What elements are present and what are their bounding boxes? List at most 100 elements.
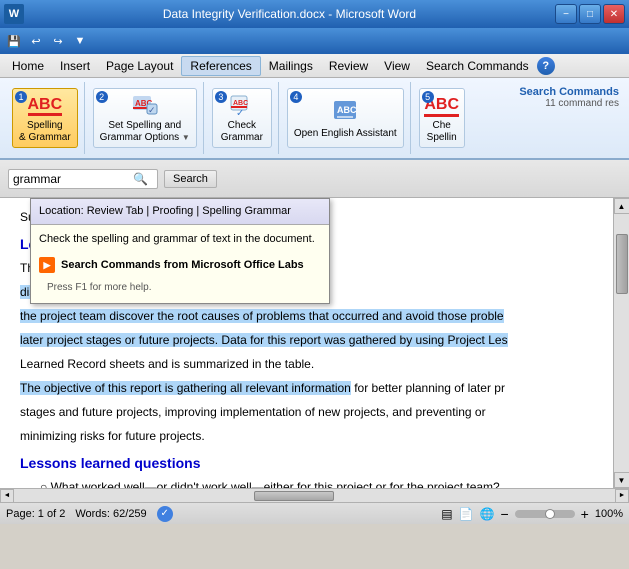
help-button[interactable]: ? — [537, 57, 555, 75]
open-english-label: Open English Assistant — [294, 128, 397, 140]
tooltip-search-row: ▶ Search Commands from Microsoft Office … — [39, 253, 321, 278]
zoom-thumb[interactable] — [545, 509, 555, 519]
zoom-slider[interactable] — [515, 510, 575, 518]
page-count: Page: 1 of 2 — [6, 508, 65, 520]
ms-logo-icon: ▶ — [39, 257, 55, 273]
spelling-grammar-button[interactable]: 1 ABC Spelling& Grammar — [12, 88, 78, 148]
ribbon-group-check-grammar: 3 ABC ✓ CheckGrammar — [206, 82, 279, 154]
open-english-button[interactable]: 4 ABC Open English Assistant — [287, 88, 404, 148]
ribbon-right: Search Commands 11 command res — [515, 82, 623, 154]
search-go-button[interactable]: Search — [164, 170, 217, 188]
menu-home[interactable]: Home — [4, 57, 52, 75]
list-item: What worked well—or didn't work well—eit… — [40, 478, 593, 488]
scrollbar-thumb[interactable] — [616, 234, 628, 294]
badge-2: 2 — [96, 91, 108, 103]
highlight-para3: the project team discover the root cause… — [20, 309, 504, 323]
open-english-icon: ABC — [329, 96, 361, 128]
search-icon: 🔍 — [133, 172, 148, 186]
view-reading-icon[interactable]: 📄 — [459, 507, 474, 521]
ribbon-content: 1 ABC Spelling& Grammar 2 ABC — [0, 78, 629, 158]
search-input[interactable] — [13, 172, 133, 186]
spelling-grammar-label: Spelling& Grammar — [19, 120, 71, 144]
title-bar-controls: − □ ✕ — [555, 4, 625, 24]
minimize-button[interactable]: − — [555, 4, 577, 24]
save-button[interactable]: 💾 — [4, 31, 24, 51]
menu-view[interactable]: View — [376, 57, 418, 75]
horizontal-scrollbar: ◄ ► — [0, 488, 629, 502]
tooltip-header: Location: Review Tab | Proofing | Spelli… — [31, 199, 329, 225]
check-spelling-button[interactable]: 5 ABC CheSpellin — [419, 88, 465, 148]
close-button[interactable]: ✕ — [603, 4, 625, 24]
badge-1: 1 — [15, 91, 27, 103]
menu-search-commands[interactable]: Search Commands — [418, 57, 537, 75]
zoom-plus-button[interactable]: + — [581, 507, 589, 521]
badge-4: 4 — [290, 91, 302, 103]
menu-page-layout[interactable]: Page Layout — [98, 57, 181, 75]
quick-access-toolbar: 💾 ↩ ↪ ▼ — [0, 28, 629, 54]
h-scrollbar-thumb[interactable] — [254, 491, 334, 501]
view-normal-icon[interactable]: ▤ — [441, 507, 452, 521]
view-web-icon[interactable]: 🌐 — [480, 507, 495, 521]
menu-references[interactable]: References — [181, 56, 260, 76]
svg-text:ABC: ABC — [337, 105, 357, 115]
vertical-scrollbar: ▲ ▼ — [613, 198, 629, 488]
word-icon: W — [4, 4, 24, 24]
svg-text:✓: ✓ — [148, 105, 156, 115]
menu-review[interactable]: Review — [321, 57, 376, 75]
scroll-down-arrow[interactable]: ▼ — [614, 472, 629, 488]
para-4: later project stages or future projects.… — [20, 331, 593, 349]
window-title: Data Integrity Verification.docx - Micro… — [24, 7, 555, 21]
ribbon-group-buttons: 1 ABC Spelling& Grammar — [12, 82, 78, 154]
ribbon-group-buttons-2: 2 ABC ✓ Set Spelling andGrammar Options … — [93, 82, 197, 154]
scroll-right-arrow[interactable]: ► — [615, 489, 629, 503]
para-3: the project team discover the root cause… — [20, 307, 593, 325]
svg-text:✓: ✓ — [236, 108, 244, 119]
maximize-button[interactable]: □ — [579, 4, 601, 24]
highlight-para4: later project stages or future projects.… — [20, 333, 508, 347]
word-count: Words: 62/259 — [75, 508, 146, 520]
para-6: The objective of this report is gatherin… — [20, 379, 593, 397]
ribbon-group-proofing: 1 ABC Spelling& Grammar — [6, 82, 85, 154]
bullet-list: What worked well—or didn't work well—eit… — [20, 478, 593, 488]
check-grammar-icon: ABC ✓ — [226, 92, 258, 120]
title-bar: W Data Integrity Verification.docx - Mic… — [0, 0, 629, 28]
menu-mailings[interactable]: Mailings — [261, 57, 321, 75]
result-count: 11 command res — [519, 98, 619, 109]
tooltip-description: Check the spelling and grammar of text i… — [39, 231, 321, 248]
check-grammar-button[interactable]: 3 ABC ✓ CheckGrammar — [212, 88, 272, 148]
check-mark-icon[interactable]: ✓ — [157, 506, 173, 522]
status-left: Page: 1 of 2 Words: 62/259 ✓ — [6, 506, 173, 522]
scroll-left-arrow[interactable]: ◄ — [0, 489, 14, 503]
badge-5: 5 — [422, 91, 434, 103]
menu-bar: Home Insert Page Layout References Maili… — [0, 54, 629, 78]
undo-button[interactable]: ↩ — [26, 31, 46, 51]
scroll-up-arrow[interactable]: ▲ — [614, 198, 629, 214]
redo-button[interactable]: ↪ — [48, 31, 68, 51]
zoom-minus-button[interactable]: − — [500, 507, 508, 521]
para-7: stages and future projects, improving im… — [20, 403, 593, 421]
spelling-options-icon: ABC ✓ — [129, 92, 161, 120]
qat-dropdown-button[interactable]: ▼ — [70, 31, 90, 51]
para-5: Learned Record sheets and is summarized … — [20, 355, 593, 373]
title-bar-left: W — [4, 4, 24, 24]
status-right: ▤ 📄 🌐 − + 100% — [441, 507, 623, 521]
zoom-level: 100% — [595, 508, 623, 520]
highlight-objective: The objective of this report is gatherin… — [20, 381, 351, 395]
tooltip-body: Check the spelling and grammar of text i… — [31, 225, 329, 303]
search-input-wrap: 🔍 — [8, 169, 158, 189]
tooltip-search-label: Search Commands from Microsoft Office La… — [61, 257, 304, 274]
set-spelling-label: Set Spelling andGrammar Options ▼ — [100, 120, 190, 144]
h-scrollbar-track — [14, 490, 615, 502]
abc-icon: ABC — [29, 92, 61, 120]
badge-3: 3 — [215, 91, 227, 103]
scrollbar-track — [616, 214, 628, 472]
menu-insert[interactable]: Insert — [52, 57, 98, 75]
set-spelling-button[interactable]: 2 ABC ✓ Set Spelling andGrammar Options … — [93, 88, 197, 148]
ribbon-group-buttons-4: 4 ABC Open English Assistant — [287, 82, 404, 154]
ribbon-group-set-spelling: 2 ABC ✓ Set Spelling andGrammar Options … — [87, 82, 204, 154]
search-bar: 🔍 Search — [0, 160, 629, 198]
ribbon-group-buttons-3: 3 ABC ✓ CheckGrammar — [212, 82, 272, 154]
check-grammar-label: CheckGrammar — [221, 120, 263, 144]
para-8: minimizing risks for future projects. — [20, 427, 593, 445]
ribbon: 1 ABC Spelling& Grammar 2 ABC — [0, 78, 629, 160]
